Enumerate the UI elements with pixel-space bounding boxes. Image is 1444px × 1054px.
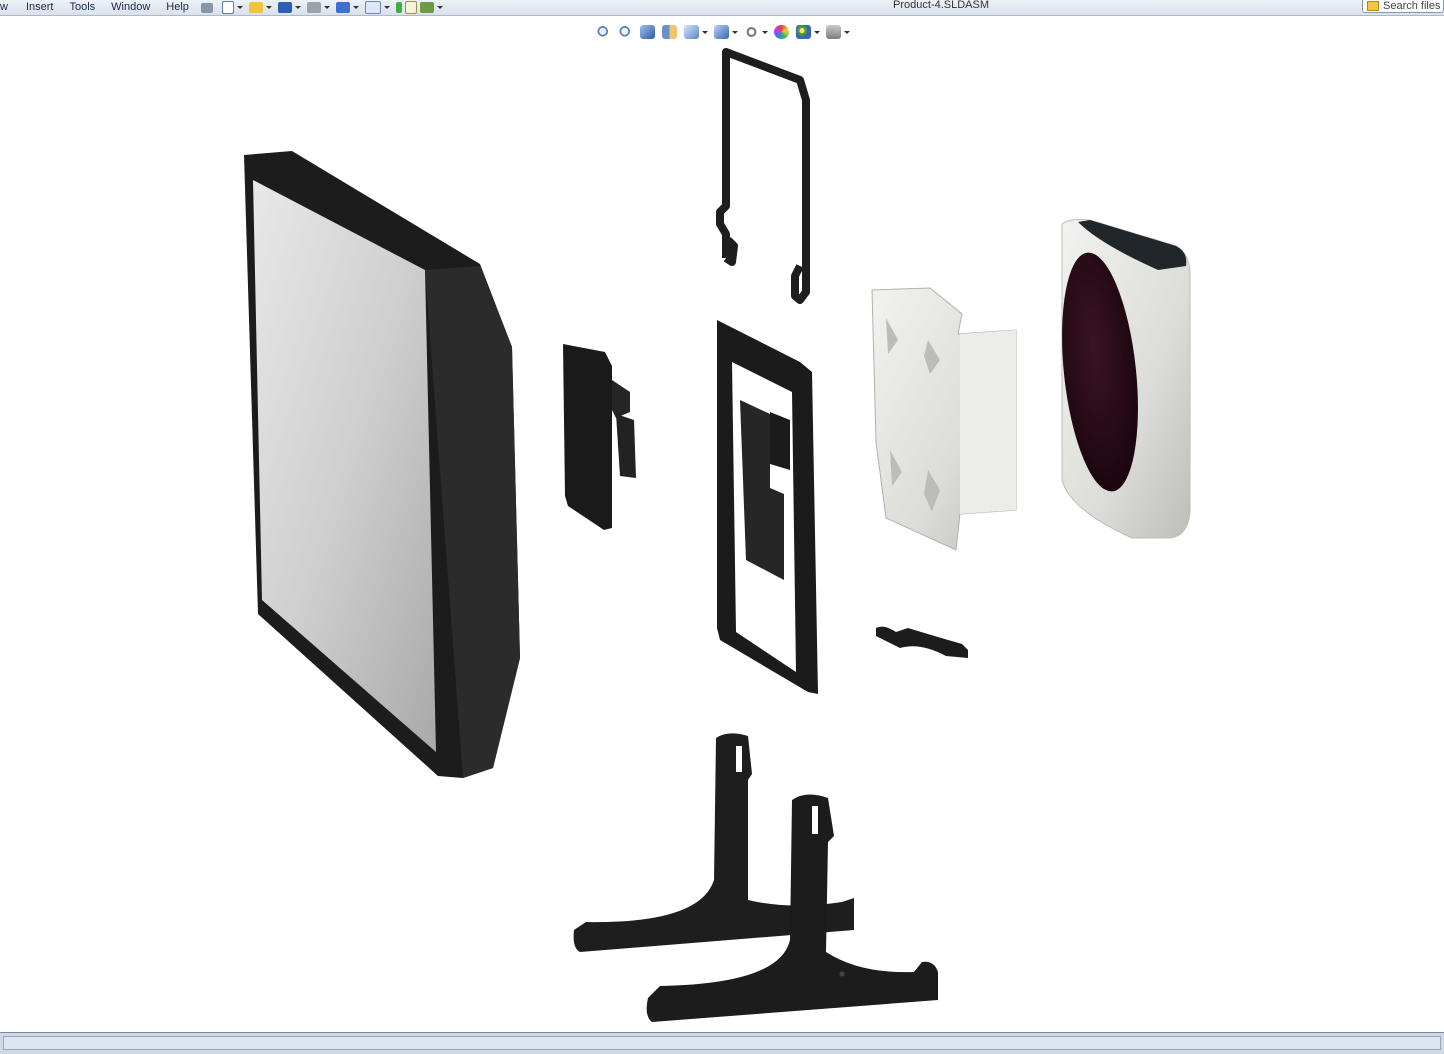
graphics-area[interactable]	[0, 0, 1444, 1030]
top-handle-part[interactable]	[716, 48, 810, 304]
metal-holder-part[interactable]	[871, 287, 1017, 551]
hinge-bracket-part[interactable]	[563, 344, 636, 530]
small-clip-part[interactable]	[876, 626, 968, 658]
status-bar-panel	[3, 1036, 1441, 1050]
monitor-part[interactable]	[244, 151, 520, 778]
status-bar	[0, 1032, 1444, 1054]
center-frame-part[interactable]	[717, 320, 818, 694]
mini-computer-part[interactable]	[1052, 219, 1191, 539]
